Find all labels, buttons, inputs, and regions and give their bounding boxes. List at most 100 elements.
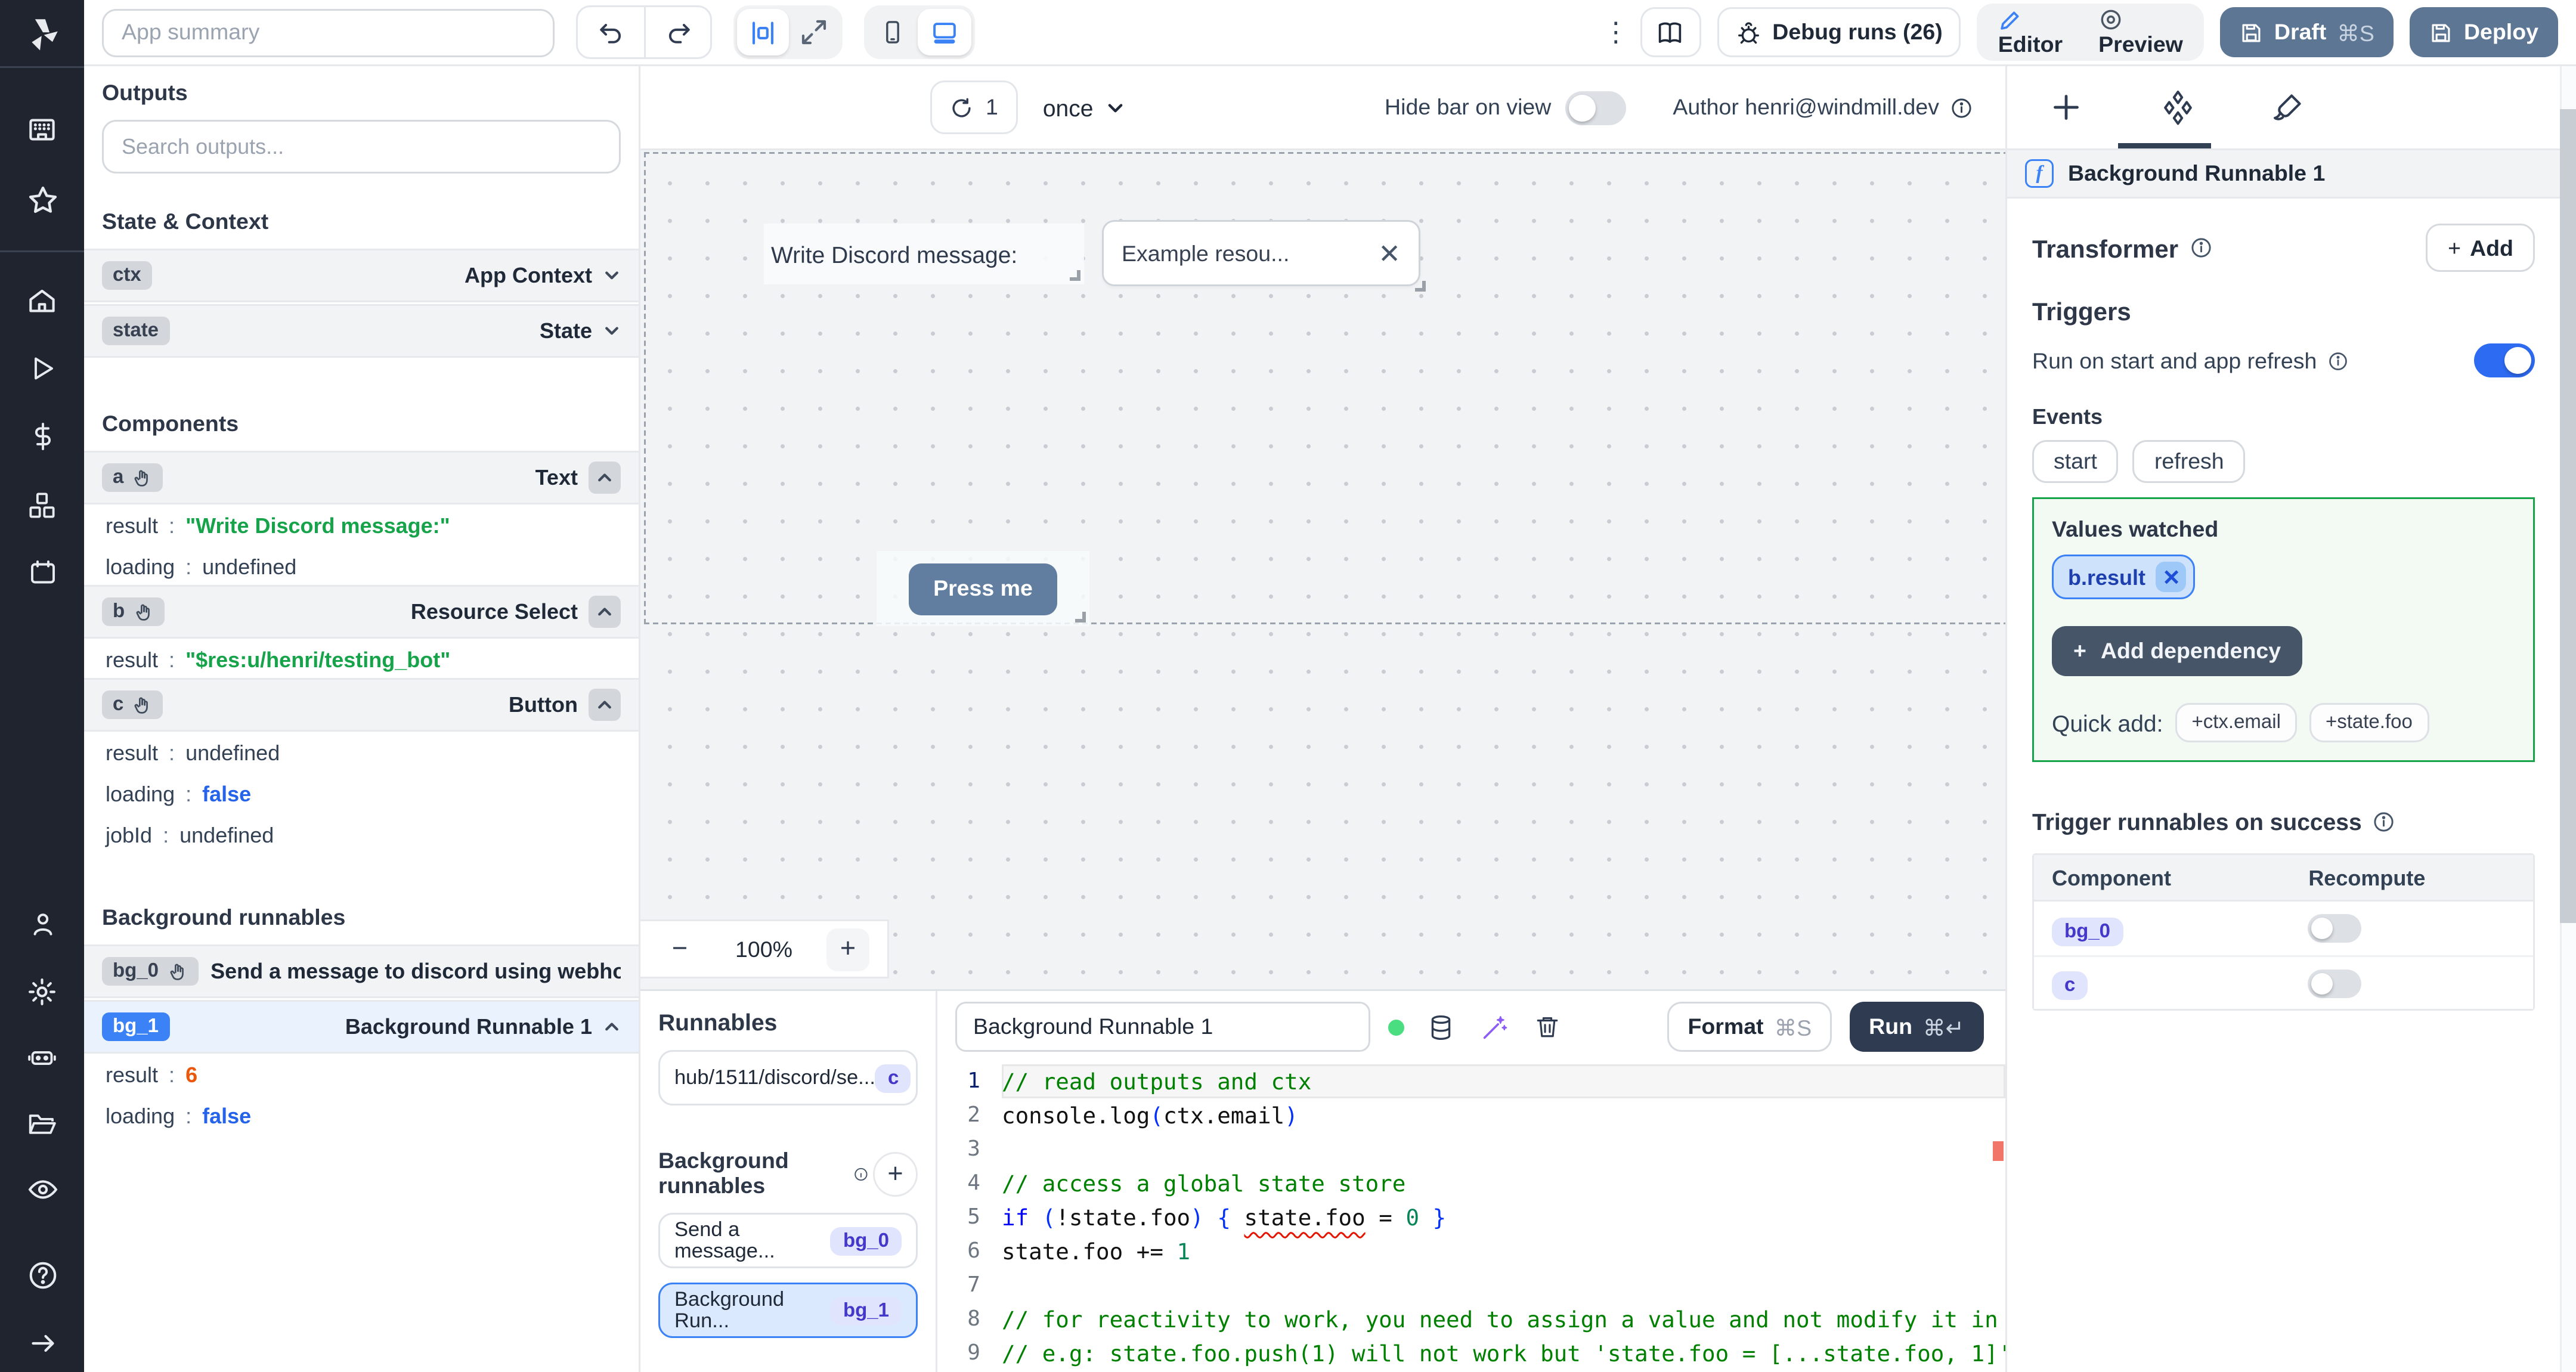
debug-runs-button[interactable]: Debug runs (26) (1717, 7, 1961, 57)
recompute-toggle[interactable] (2308, 914, 2363, 943)
resize-handle[interactable] (1070, 270, 1080, 281)
background-runnable-row[interactable]: bg_1 Background Runnable 1 (84, 1000, 639, 1054)
event-chip[interactable]: start (2032, 440, 2119, 483)
inspector-scrollbar[interactable] (2560, 66, 2576, 1372)
trigger-success-table: Component Recompute bg_0 c (2032, 853, 2535, 1011)
docs-book-button[interactable] (1640, 7, 1701, 57)
folders-icon[interactable] (21, 1102, 64, 1145)
collapse-button[interactable] (589, 462, 621, 494)
visibility-eye-icon[interactable] (21, 1168, 64, 1211)
canvas-text-component[interactable]: Write Discord message: (764, 224, 1084, 284)
expand-editor-toggle[interactable] (789, 9, 839, 55)
redo-button[interactable] (644, 7, 710, 57)
run-button[interactable]: Run ⌘↵ (1849, 1002, 1984, 1052)
component-badge: c (2052, 971, 2088, 1000)
tab-preview[interactable]: Preview (2080, 7, 2201, 57)
quick-add-chip[interactable]: +state.foo (2309, 703, 2429, 742)
zoom-in-button[interactable]: + (826, 927, 869, 971)
home-icon[interactable] (21, 279, 64, 322)
hide-bar-toggle[interactable] (1565, 90, 1627, 125)
inspector-header-title: Background Runnable 1 (2068, 161, 2326, 186)
users-icon[interactable] (21, 903, 64, 946)
line-number: 3 (967, 1136, 980, 1161)
draft-button[interactable]: Draft ⌘S (2220, 7, 2394, 57)
recompute-toggle[interactable] (2308, 968, 2363, 998)
refresh-count-button[interactable]: 1 (930, 80, 1018, 134)
runnable-name-input[interactable] (955, 1002, 1370, 1052)
property-value: undefined (185, 739, 280, 765)
component-header-row[interactable]: c Button (84, 678, 639, 732)
variables-icon[interactable] (21, 415, 64, 458)
code-line: 2 console.log(ctx.email) (937, 1098, 2005, 1132)
state-context-row[interactable]: state State (84, 304, 639, 358)
more-menu-icon[interactable]: ⋮ (1602, 16, 1629, 48)
workspace-icon[interactable] (21, 107, 64, 150)
run-on-start-toggle[interactable] (2474, 343, 2535, 377)
tab-editor[interactable]: Editor (1980, 8, 2080, 57)
search-outputs-input[interactable] (102, 120, 621, 174)
quick-add-chip[interactable]: +ctx.email (2175, 703, 2297, 742)
format-button[interactable]: Format ⌘S (1668, 1002, 1832, 1052)
app-window: ⋮ Debug runs (26) Editor Preview (0, 0, 2576, 1372)
center-components-toggle[interactable] (737, 9, 789, 55)
runs-icon[interactable] (21, 347, 64, 390)
resize-handle[interactable] (1075, 612, 1086, 622)
background-runnable-card[interactable]: Send a message... bg_0 (658, 1213, 918, 1268)
component-header-row[interactable]: a Text (84, 451, 639, 504)
resources-icon[interactable] (21, 483, 64, 526)
app-summary-input[interactable] (102, 8, 555, 57)
app-canvas[interactable]: Write Discord message: Example resou... … (640, 150, 2005, 989)
schedules-icon[interactable] (21, 551, 64, 594)
info-icon (2374, 812, 2394, 832)
favorites-star-icon[interactable] (21, 179, 64, 222)
scrollbar-thumb[interactable] (2560, 109, 2576, 923)
runnable-card[interactable]: hub/1511/discord/se... c (658, 1050, 918, 1105)
collapse-arrow-icon[interactable] (21, 1322, 64, 1365)
chevron-down-icon[interactable] (603, 267, 621, 284)
remove-watched-icon[interactable]: ✕ (2156, 562, 2187, 592)
chevron-up-icon[interactable] (603, 1018, 621, 1036)
windmill-logo[interactable] (0, 0, 84, 66)
clear-select-icon[interactable]: ✕ (1378, 237, 1401, 270)
watched-value-chip[interactable]: b.result ✕ (2052, 555, 2196, 599)
collapse-button[interactable] (589, 689, 621, 721)
background-runnable-row[interactable]: bg_0 Send a message to discord using webh… (84, 944, 639, 998)
canvas-resource-select[interactable]: Example resou... ✕ (1102, 220, 1426, 292)
state-context-row[interactable]: ctx App Context (84, 249, 639, 302)
desktop-view-toggle[interactable] (918, 9, 971, 55)
resize-handle[interactable] (1415, 281, 1426, 292)
transformer-add-button[interactable]: + Add (2426, 224, 2535, 272)
format-shortcut: ⌘S (1774, 1015, 1812, 1040)
press-me-button[interactable]: Press me (908, 562, 1058, 615)
zoom-out-button[interactable]: − (658, 928, 701, 971)
settings-gear-icon[interactable] (21, 970, 64, 1012)
background-runnable-card[interactable]: Background Run... bg_1 (658, 1283, 918, 1338)
line-number: 5 (967, 1204, 980, 1229)
code-editor[interactable]: 1// read outputs and ctx 2 console.log(ctx… (937, 1063, 2005, 1372)
output-property-row: result: "Write Discord message:" (106, 512, 450, 538)
component-type-label: Button (509, 692, 578, 717)
mobile-view-toggle[interactable] (868, 9, 918, 55)
ai-robot-icon[interactable] (21, 1036, 64, 1079)
code-token: !state.foo (1055, 1204, 1191, 1231)
tab-styling-brush-icon[interactable] (2265, 84, 2311, 131)
collapse-button[interactable] (589, 596, 621, 628)
cache-database-icon[interactable] (1422, 1009, 1458, 1045)
component-header-row[interactable]: b Resource Select (84, 585, 639, 639)
add-dependency-button[interactable]: + Add dependency (2052, 626, 2303, 676)
refresh-mode-dropdown[interactable]: once (1043, 94, 1126, 121)
ai-wand-icon[interactable] (1476, 1009, 1512, 1045)
info-icon (855, 1167, 868, 1180)
tab-insert-plus-icon[interactable] (2043, 84, 2089, 131)
event-chip[interactable]: refresh (2132, 440, 2246, 483)
tab-settings-components-icon[interactable] (2154, 84, 2200, 131)
undo-button[interactable] (578, 7, 644, 57)
deploy-button[interactable]: Deploy (2410, 7, 2558, 57)
delete-trash-icon[interactable] (1530, 1009, 1565, 1045)
add-background-runnable-button[interactable]: + (873, 1151, 918, 1196)
chevron-down-icon[interactable] (603, 322, 621, 340)
pointer-hand-icon (135, 603, 150, 620)
canvas-button-component[interactable]: Press me (877, 551, 1089, 626)
help-icon[interactable] (21, 1254, 64, 1297)
code-token: 1 (1176, 1238, 1191, 1265)
